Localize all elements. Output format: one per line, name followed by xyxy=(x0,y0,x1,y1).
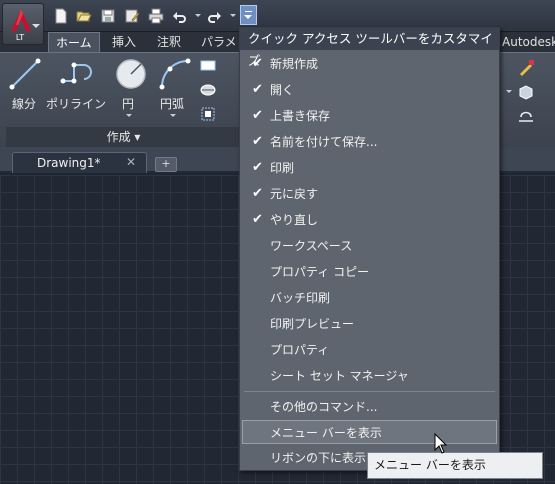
menu-header: クイック アクセス ツールバーをカスタマイズ xyxy=(240,28,499,68)
line-tool-button[interactable] xyxy=(8,57,42,91)
menu-item-show-menu-bar[interactable]: メニュー バーを表示 xyxy=(242,420,497,444)
redo-icon[interactable] xyxy=(206,8,222,24)
tab-autodesk[interactable]: Autodesk xyxy=(502,32,555,52)
check-icon: ✔ xyxy=(252,212,263,227)
menu-item-sheet-set-manager[interactable]: シート セット マネージャ xyxy=(242,364,497,388)
new-icon[interactable] xyxy=(53,8,69,24)
boundary-icon[interactable] xyxy=(199,105,217,123)
arc-icon xyxy=(159,58,191,90)
line-icon xyxy=(9,58,41,90)
document-tab-title: Drawing1* xyxy=(37,156,101,170)
check-icon: ✔ xyxy=(252,134,263,149)
menu-item-match-properties[interactable]: プロパティ コピー xyxy=(242,260,497,284)
tab-home[interactable]: ホーム xyxy=(48,32,100,52)
line-tool-label: 線分 xyxy=(12,97,37,111)
check-icon: ✔ xyxy=(252,82,263,97)
close-icon[interactable]: ✕ xyxy=(126,155,136,169)
customize-qat-button[interactable] xyxy=(240,5,257,25)
customize-line-icon xyxy=(245,11,252,12)
app-badge: LT xyxy=(15,33,25,42)
menu-item-more-commands[interactable]: その他のコマンド... xyxy=(242,395,497,419)
new-tab-button[interactable]: + xyxy=(155,157,177,172)
layer-icon[interactable] xyxy=(517,107,535,125)
polyline-tool-label: ポリライン xyxy=(46,97,107,111)
menu-item-label: 新規作成 xyxy=(270,57,319,71)
menu-item-label: リボンの下に表示 xyxy=(270,451,367,465)
circle-icon xyxy=(116,59,146,89)
arc-dropdown-icon[interactable] xyxy=(170,114,176,117)
menu-item-label: 名前を付けて保存... xyxy=(270,135,378,149)
block-icon[interactable] xyxy=(517,83,535,101)
arc-tool-button[interactable] xyxy=(158,57,192,91)
save-as-icon[interactable] xyxy=(124,8,140,24)
menu-item-label: 元に戻す xyxy=(270,187,319,201)
undo-icon[interactable] xyxy=(172,8,188,24)
menu-separator xyxy=(244,391,495,392)
open-icon[interactable] xyxy=(76,8,92,24)
menu-item-label: ワークスペース xyxy=(270,239,353,253)
polyline-icon xyxy=(60,62,92,84)
menu-item-print[interactable]: ✔ 印刷 xyxy=(242,156,497,180)
mouse-cursor-icon xyxy=(434,433,448,454)
menu-item-label: 開く xyxy=(270,83,295,97)
menu-item-label: バッチ印刷 xyxy=(270,291,331,305)
chevron-down-icon xyxy=(32,24,40,28)
menu-item-label: 印刷 xyxy=(270,161,295,175)
menu-item-save-as[interactable]: ✔ 名前を付けて保存... xyxy=(242,130,497,154)
circle-tool-label: 円 xyxy=(122,97,135,111)
menu-item-undo[interactable]: ✔ 元に戻す xyxy=(242,182,497,206)
tab-insert[interactable]: 挿入 xyxy=(105,32,143,52)
polyline-tool-button[interactable] xyxy=(60,57,94,91)
ribbon-dropdown-icon[interactable] xyxy=(506,90,512,93)
circle-dropdown-icon[interactable] xyxy=(126,114,132,117)
arc-tool-label: 円弧 xyxy=(160,97,185,111)
menu-item-label: 印刷プレビュー xyxy=(270,317,355,331)
hatch-icon[interactable] xyxy=(199,81,217,99)
menu-item-redo[interactable]: ✔ やり直し xyxy=(242,208,497,232)
check-icon: ✔ xyxy=(252,186,263,201)
redo-dropdown-icon[interactable] xyxy=(230,14,236,17)
print-icon[interactable] xyxy=(148,8,164,24)
menu-item-label: やり直し xyxy=(270,213,319,227)
menu-item-workspace[interactable]: ワークスペース xyxy=(242,234,497,258)
autocad-logo-icon xyxy=(11,9,31,31)
draw-panel-title[interactable]: 作成 ▾ xyxy=(6,127,241,147)
menu-item-label: その他のコマンド... xyxy=(270,400,378,414)
menu-item-label: シート セット マネージャ xyxy=(270,369,409,383)
menu-item-label: 上書き保存 xyxy=(270,109,331,123)
undo-dropdown-icon[interactable] xyxy=(195,14,201,17)
application-menu-button[interactable]: LT xyxy=(2,3,44,45)
menu-item-open[interactable]: ✔ 開く xyxy=(242,78,497,102)
tab-parametric[interactable]: パラメ xyxy=(194,32,244,52)
check-icon: ✔ xyxy=(252,108,263,123)
menu-item-batch-plot[interactable]: バッチ印刷 xyxy=(242,286,497,310)
tooltip: メニュー バーを表示 xyxy=(367,452,543,479)
menu-item-properties[interactable]: プロパティ xyxy=(242,338,497,362)
menu-item-plot-preview[interactable]: 印刷プレビュー xyxy=(242,312,497,336)
menu-item-save[interactable]: ✔ 上書き保存 xyxy=(242,104,497,128)
circle-tool-button[interactable] xyxy=(114,57,148,91)
customize-qat-menu: クイック アクセス ツールバーをカスタマイズ ✔ 新規作成 ✔ 開く ✔ 上書き… xyxy=(239,27,500,471)
menu-item-label: メニュー バーを表示 xyxy=(270,426,382,440)
tab-annotate[interactable]: 注釈 xyxy=(150,32,188,52)
check-icon: ✔ xyxy=(252,160,263,175)
document-tab[interactable]: Drawing1* ✕ xyxy=(12,152,147,173)
rectangle-icon[interactable] xyxy=(199,57,217,75)
match-properties-icon[interactable] xyxy=(517,59,535,77)
save-icon[interactable] xyxy=(100,8,116,24)
menu-item-label: プロパティ xyxy=(270,343,330,357)
chevron-down-icon xyxy=(244,15,252,19)
menu-item-label: プロパティ コピー xyxy=(270,265,370,279)
check-icon: ✔ xyxy=(252,56,263,71)
menu-item-new[interactable]: ✔ 新規作成 xyxy=(242,52,497,76)
